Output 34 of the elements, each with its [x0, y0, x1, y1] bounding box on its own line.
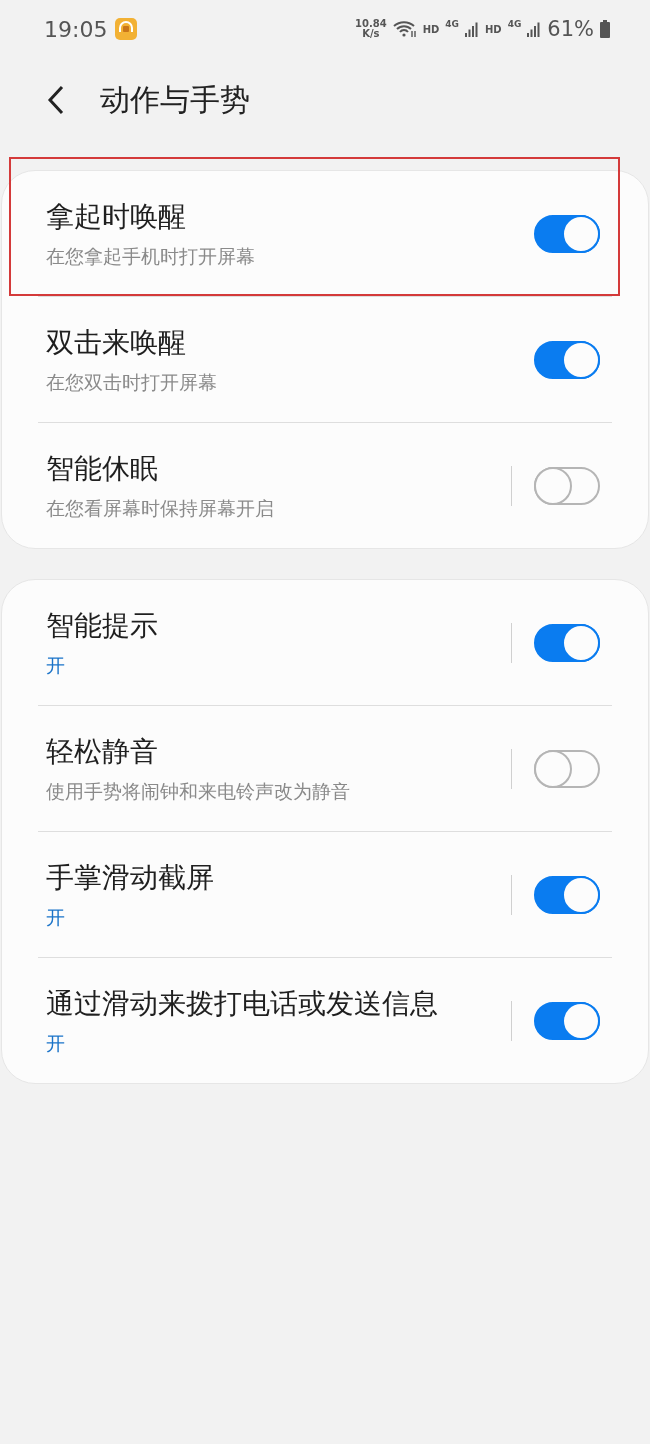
- toggle-switch[interactable]: [534, 749, 600, 788]
- setting-title: 智能休眠: [46, 450, 159, 487]
- wifi-icon: [392, 20, 417, 38]
- hd-label: HD: [422, 23, 440, 35]
- toggle-switch[interactable]: [534, 1001, 600, 1040]
- setting-description: 使用手势将闹钟和来电铃声改为静音: [46, 778, 351, 804]
- headphones-app-icon: [115, 18, 138, 40]
- signal-icon: [465, 21, 479, 37]
- toggle-switch[interactable]: [534, 340, 600, 379]
- battery-icon: [600, 20, 610, 38]
- setting-title: 双击来唤醒: [46, 324, 187, 361]
- clock: 19:05: [44, 16, 108, 42]
- network-speed: 10.84 K/s: [355, 19, 387, 39]
- setting-title: 手掌滑动截屏: [46, 859, 215, 896]
- setting-title: 拿起时唤醒: [46, 198, 187, 235]
- setting-title: 智能提示: [46, 607, 159, 644]
- toggle-switch[interactable]: [534, 623, 600, 662]
- setting-status: 开: [46, 904, 66, 930]
- setting-description: 在您双击时打开屏幕: [46, 369, 218, 395]
- toggle-switch[interactable]: [534, 466, 600, 505]
- page-title: 动作与手势: [100, 80, 250, 119]
- setting-description: 在您看屏幕时保持屏幕开启: [46, 495, 275, 521]
- setting-title: 通过滑动来拨打电话或发送信息: [46, 985, 439, 1022]
- battery-percent: 61%: [547, 17, 594, 41]
- setting-status: 开: [46, 652, 66, 678]
- network-type: 4G: [507, 19, 522, 29]
- setting-title: 轻松静音: [46, 733, 159, 770]
- toggle-switch[interactable]: [534, 214, 600, 253]
- toggle-switch[interactable]: [534, 875, 600, 914]
- setting-status: 开: [46, 1030, 66, 1056]
- network-type: 4G: [445, 19, 459, 29]
- signal-icon: [527, 21, 542, 37]
- setting-description: 在您拿起手机时打开屏幕: [46, 243, 256, 269]
- hd-label: HD: [485, 23, 502, 35]
